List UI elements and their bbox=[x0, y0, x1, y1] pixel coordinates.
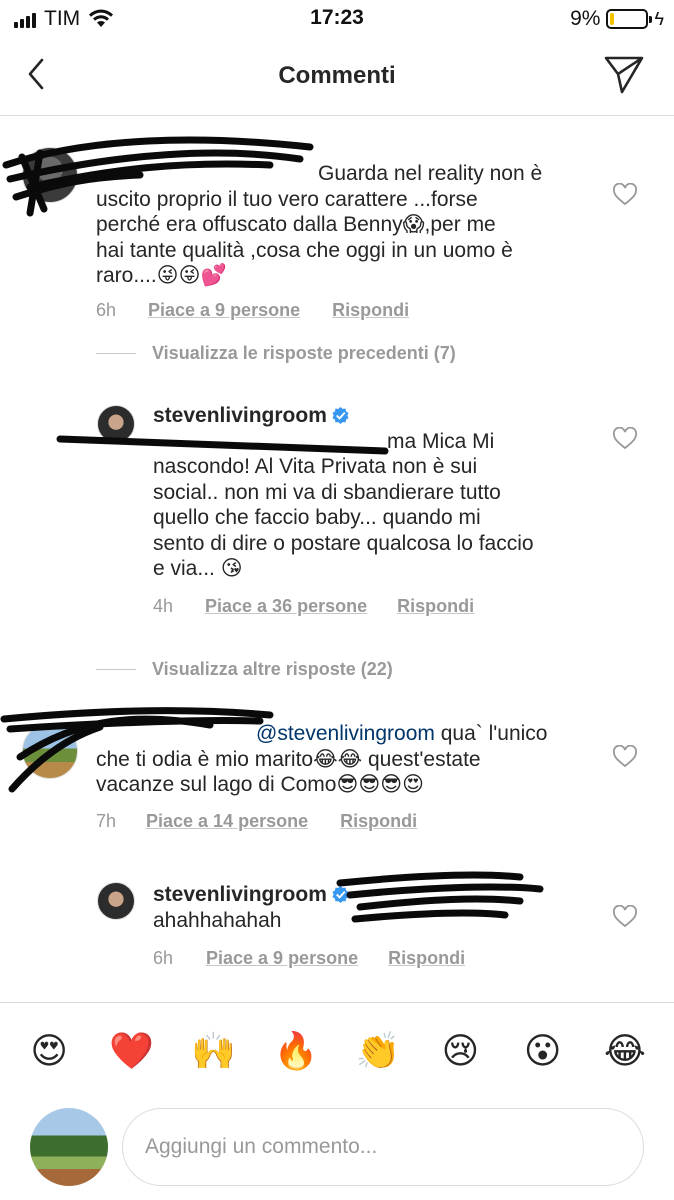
comment-text: Guarda nel reality non è uscito proprio … bbox=[96, 161, 576, 289]
comment-meta: 4h Piace a 36 persone Rispondi bbox=[153, 596, 474, 617]
comment-text: @stevenlivingroom qua` l'unico che ti od… bbox=[96, 721, 586, 798]
comments-list[interactable]: Guarda nel reality non è uscito proprio … bbox=[0, 117, 674, 999]
red-heart-emoji-button[interactable]: ❤️ bbox=[106, 1027, 156, 1077]
avatar[interactable] bbox=[22, 723, 78, 779]
comment-time: 6h bbox=[153, 948, 174, 968]
add-comment-input[interactable] bbox=[122, 1108, 644, 1186]
comment-username[interactable]: stevenlivingroom bbox=[153, 404, 327, 427]
verified-badge-icon bbox=[332, 885, 349, 904]
status-bar: TIM 17:23 9% ϟ bbox=[0, 0, 674, 38]
comment-line: ahahhahahah bbox=[153, 908, 282, 932]
comment-line: e via... 😘 bbox=[153, 557, 243, 580]
comment-reply-item: stevenlivingroom ahahhahahah 6h Piace a … bbox=[0, 877, 674, 987]
comment-reply-item: stevenlivingroom ma Mica Mi nascondo! Al… bbox=[0, 399, 674, 629]
comment-meta: 6h Piace a 9 persone Rispondi bbox=[153, 948, 465, 969]
comment-time: 4h bbox=[153, 596, 174, 616]
heart-icon[interactable] bbox=[612, 745, 638, 769]
comment-username[interactable]: stevenlivingroom bbox=[153, 883, 327, 906]
view-previous-label: Visualizza le risposte precedenti (7) bbox=[152, 343, 456, 363]
view-more-replies[interactable]: Visualizza altre risposte (22) bbox=[96, 659, 393, 680]
charging-icon: ϟ bbox=[654, 8, 664, 29]
comment-line: raro....😜😜💕 bbox=[96, 264, 227, 287]
paper-plane-icon[interactable] bbox=[602, 52, 646, 96]
heart-eyes-emoji-button[interactable]: 😍 bbox=[24, 1027, 74, 1077]
reply-link[interactable]: Rispondi bbox=[340, 811, 417, 832]
avatar[interactable] bbox=[97, 405, 135, 443]
status-right: 9% ϟ bbox=[570, 7, 664, 31]
comment-line: @stevenlivingroom qua` l'unico bbox=[96, 721, 586, 747]
view-previous-replies[interactable]: Visualizza le risposte precedenti (7) bbox=[96, 343, 456, 364]
comment-line: sento di dire o postare qualcosa lo facc… bbox=[153, 531, 534, 555]
likes-link[interactable]: Piace a 36 persone bbox=[205, 596, 367, 617]
surprised-face-emoji-button[interactable]: 😮 bbox=[518, 1027, 568, 1077]
likes-link[interactable]: Piace a 9 persone bbox=[206, 948, 358, 969]
comment-line-text: qua` l'unico bbox=[440, 722, 548, 745]
comment-meta: 7h Piace a 14 persone Rispondi bbox=[96, 811, 417, 832]
quick-emoji-bar: 😍 ❤️ 🙌 🔥 👏 😢 😮 😂 bbox=[0, 1002, 674, 1100]
comment-line: nascondo! Al Vita Privata non è sui bbox=[153, 455, 478, 478]
comment-line: ma Mica Mi bbox=[387, 429, 495, 453]
comment-line: stevenlivingroom bbox=[153, 403, 593, 429]
current-user-avatar[interactable] bbox=[30, 1108, 108, 1186]
comment-line: vacanze sul lago di Como😎😎😎😍 bbox=[96, 773, 425, 796]
reply-link[interactable]: Rispondi bbox=[332, 300, 409, 321]
comment-item: @stevenlivingroom qua` l'unico che ti od… bbox=[0, 715, 674, 841]
avatar[interactable] bbox=[97, 882, 135, 920]
comment-time: 6h bbox=[96, 300, 117, 320]
heart-icon[interactable] bbox=[612, 427, 638, 451]
heart-icon[interactable] bbox=[612, 183, 638, 207]
comment-line: stevenlivingroom bbox=[153, 882, 593, 908]
comment-item: Guarda nel reality non è uscito proprio … bbox=[0, 137, 674, 320]
comment-meta: 6h Piace a 9 persone Rispondi bbox=[96, 300, 409, 321]
likes-link[interactable]: Piace a 14 persone bbox=[146, 811, 308, 832]
comment-line: uscito proprio il tuo vero carattere ...… bbox=[96, 187, 478, 211]
comment-text: stevenlivingroom ahahhahahah bbox=[153, 882, 593, 933]
comment-line: che ti odia è mio marito😂😂 quest'estate bbox=[96, 747, 481, 771]
comment-composer bbox=[0, 1100, 674, 1200]
header: Commenti bbox=[0, 38, 674, 116]
comment-line: perché era offuscato dalla Benny😱,per me bbox=[96, 213, 496, 236]
comment-line: quello che faccio baby... quando mi bbox=[153, 506, 481, 529]
likes-link[interactable]: Piace a 9 persone bbox=[148, 300, 300, 321]
mention-link[interactable]: @stevenlivingroom bbox=[256, 722, 435, 745]
page-title: Commenti bbox=[278, 62, 396, 89]
fire-emoji-button[interactable]: 🔥 bbox=[271, 1027, 321, 1077]
comment-line: hai tante qualità ,cosa che oggi in un u… bbox=[96, 238, 513, 262]
raised-hands-emoji-button[interactable]: 🙌 bbox=[189, 1027, 239, 1077]
laughing-tears-emoji-button[interactable]: 😂 bbox=[600, 1027, 650, 1077]
view-more-label: Visualizza altre risposte (22) bbox=[152, 659, 393, 679]
comment-line: Guarda nel reality non è bbox=[318, 162, 543, 185]
reply-link[interactable]: Rispondi bbox=[397, 596, 474, 617]
clapping-hands-emoji-button[interactable]: 👏 bbox=[353, 1027, 403, 1077]
comment-time: 7h bbox=[96, 811, 117, 831]
heart-icon[interactable] bbox=[612, 905, 638, 929]
verified-badge-icon bbox=[332, 406, 349, 425]
battery-level bbox=[610, 13, 614, 25]
battery-percentage: 9% bbox=[570, 7, 601, 30]
comment-line: social.. non mi va di sbandierare tutto bbox=[153, 480, 501, 504]
battery-icon bbox=[606, 9, 653, 29]
avatar[interactable] bbox=[22, 147, 78, 203]
crying-face-emoji-button[interactable]: 😢 bbox=[435, 1027, 485, 1077]
comment-text: stevenlivingroom ma Mica Mi nascondo! Al… bbox=[153, 403, 593, 582]
reply-link[interactable]: Rispondi bbox=[388, 948, 465, 969]
